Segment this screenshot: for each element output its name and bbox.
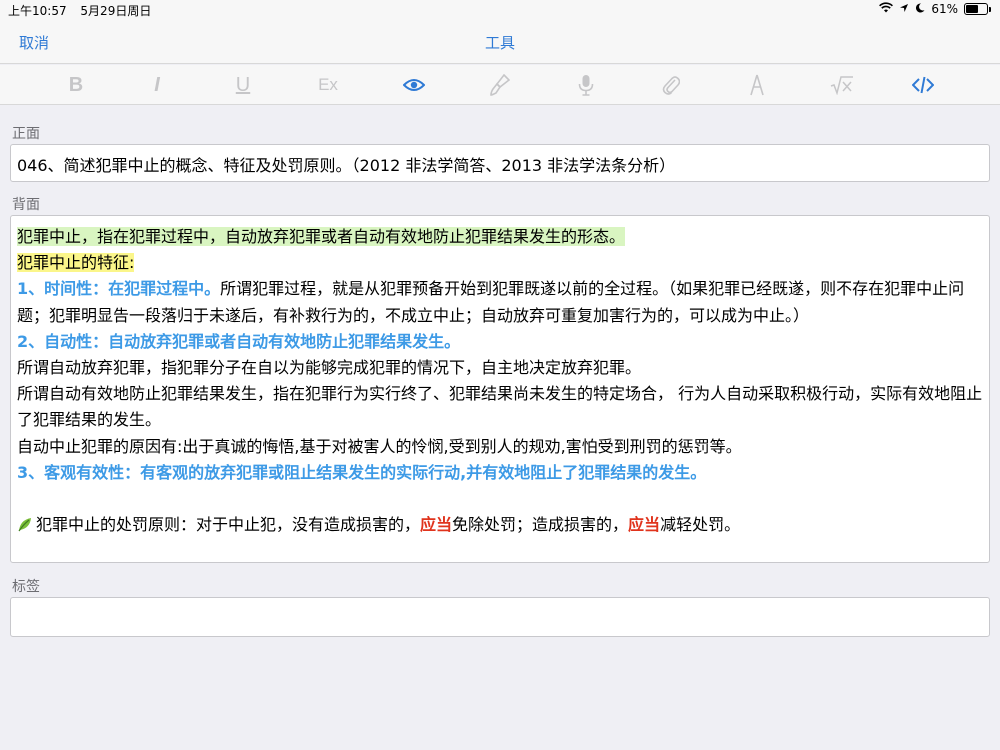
must-keyword-2: 应当 (628, 515, 661, 535)
must-keyword-1: 应当 (420, 515, 453, 535)
bold-button[interactable]: B (61, 73, 91, 97)
italic-icon: I (154, 73, 160, 96)
tools-title[interactable]: 工具 (0, 32, 1000, 53)
microphone-button[interactable] (571, 73, 601, 97)
html-editor-button[interactable] (908, 73, 938, 97)
code-icon (912, 76, 934, 94)
feature-2-line3: 自动中止犯罪的原因有:出于真诚的悔悟,基于对被害人的怜悯,受到别人的规劝,害怕受… (17, 436, 742, 456)
bold-icon: B (68, 73, 84, 96)
features-heading: 犯罪中止的特征: (17, 253, 135, 273)
underline-icon: U (235, 73, 251, 96)
brush-icon (490, 74, 510, 96)
underline-button[interactable]: U (228, 73, 258, 97)
wifi-icon (879, 2, 894, 16)
front-label: 正面 (12, 126, 40, 142)
definition-text: 犯罪中止，指在犯罪过程中，自动放弃犯罪或者自动有效地防止犯罪结果发生的形态。 (17, 227, 626, 246)
punishment-principle: 犯罪中止的处罚原则：对于中止犯，没有造成损害的，应当免除处罚；造成损害的，应当减… (17, 512, 983, 540)
pen-icon (750, 74, 764, 96)
clear-format-icon: Ex (318, 75, 338, 94)
feature-1-title: 1、时间性：在犯罪过程中。 (17, 279, 221, 299)
microphone-icon (578, 75, 594, 96)
tags-label: 标签 (12, 579, 40, 595)
clear-format-button[interactable]: Ex (313, 73, 343, 97)
tags-field[interactable] (10, 597, 990, 637)
attachment-button[interactable] (656, 73, 686, 97)
location-icon (899, 2, 909, 16)
eye-icon (403, 79, 425, 91)
status-time: 上午10:57 (8, 4, 67, 18)
feature-3-title: 3、客观有效性：有客观的放弃犯罪或阻止结果发生的实际行动,并有效地阻止了犯罪结果… (17, 462, 707, 482)
italic-button[interactable]: I (142, 73, 172, 97)
feature-2-title: 2、自动性：自动放弃犯罪或者自动有效地防止犯罪结果发生。 (17, 331, 461, 351)
punishment-text-a: 犯罪中止的处罚原则：对于中止犯，没有造成损害的， (36, 515, 421, 535)
brush-button[interactable] (485, 73, 515, 97)
preview-button[interactable] (399, 73, 429, 97)
leaf-icon (17, 514, 33, 540)
back-label: 背面 (12, 197, 40, 213)
moon-icon (915, 2, 925, 16)
punishment-text-b: 免除处罚；造成损害的， (452, 515, 629, 535)
math-button[interactable] (827, 73, 857, 97)
sqrt-icon (830, 76, 853, 95)
paperclip-icon (662, 76, 680, 95)
nav-bar: 取消 工具 (0, 20, 1000, 64)
status-date: 5月29日周日 (80, 4, 152, 18)
pen-button[interactable] (742, 73, 772, 97)
battery-icon (964, 3, 991, 15)
feature-2-line2: 所谓自动有效地防止犯罪结果发生，指在犯罪行为实行终了、犯罪结果尚未发生的特定场合… (17, 384, 983, 430)
status-bar: 上午10:57 5月29日周日 61% (0, 0, 1000, 20)
punishment-text-c: 减轻处罚。 (660, 515, 741, 535)
format-toolbar: B I U Ex (0, 65, 1000, 105)
feature-2-line1: 所谓自动放弃犯罪，指犯罪分子在自以为能够完成犯罪的情况下，自主地决定放弃犯罪。 (17, 358, 642, 378)
back-field[interactable]: 犯罪中止，指在犯罪过程中，自动放弃犯罪或者自动有效地防止犯罪结果发生的形态。 犯… (10, 215, 990, 563)
battery-percent: 61% (931, 2, 958, 16)
front-field[interactable]: 046、简述犯罪中止的概念、特征及处罚原则。（2012 非法学简答、2013 非… (10, 144, 990, 182)
